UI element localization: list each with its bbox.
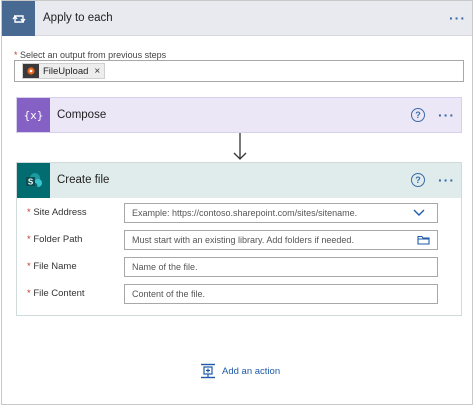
file-content-label: * File Content [27,288,85,299]
create-file-card: S Create file ? ··· * Site Address Examp… [16,162,462,316]
more-options-icon[interactable]: ··· [438,108,455,122]
chevron-down-icon[interactable] [413,209,425,217]
compose-title: Compose [57,109,107,121]
file-name-input[interactable]: Name of the file. [124,257,438,277]
site-address-label: * Site Address [27,207,87,218]
compose-card[interactable]: {x} Compose ? ··· [16,97,462,133]
add-action-label: Add an action [222,365,281,377]
token-remove-button[interactable]: × [94,66,100,77]
fileupload-token[interactable]: FileUpload × [22,63,106,79]
folder-path-placeholder: Must start with an existing library. Add… [132,235,354,245]
svg-text:S: S [27,177,33,186]
apply-to-each-title: Apply to each [43,12,113,24]
help-icon[interactable]: ? [411,108,425,122]
token-label: FileUpload [43,65,89,77]
file-content-placeholder: Content of the file. [132,289,206,299]
apply-to-each-header[interactable]: Apply to each ··· [2,1,472,36]
down-arrow-icon [233,133,247,160]
select-output-label: * Select an output from previous steps [14,50,167,60]
apply-to-each-container: Apply to each ··· * Select an output fro… [1,0,473,405]
add-action-button[interactable]: Add an action [200,363,280,379]
create-file-header[interactable]: S Create file ? ··· [17,163,461,198]
folder-icon[interactable] [417,235,430,245]
site-address-placeholder: Example: https://contoso.sharepoint.com/… [132,208,358,218]
folder-path-input[interactable]: Must start with an existing library. Add… [124,230,438,250]
file-name-placeholder: Name of the file. [132,262,198,272]
create-file-title: Create file [57,174,110,186]
sharepoint-icon: S [17,163,50,198]
file-name-label: * File Name [27,261,77,272]
more-options-icon[interactable]: ··· [449,11,466,25]
select-output-input[interactable]: FileUpload × [14,60,464,82]
loop-icon [2,1,35,36]
site-address-input[interactable]: Example: https://contoso.sharepoint.com/… [124,203,438,223]
folder-path-label: * Folder Path [27,234,83,245]
help-icon[interactable]: ? [411,173,425,187]
compose-variable-icon: {x} [17,98,50,132]
more-options-icon[interactable]: ··· [438,173,455,187]
file-content-input[interactable]: Content of the file. [124,284,438,304]
fileupload-app-icon [23,64,39,78]
add-action-icon [201,363,215,379]
